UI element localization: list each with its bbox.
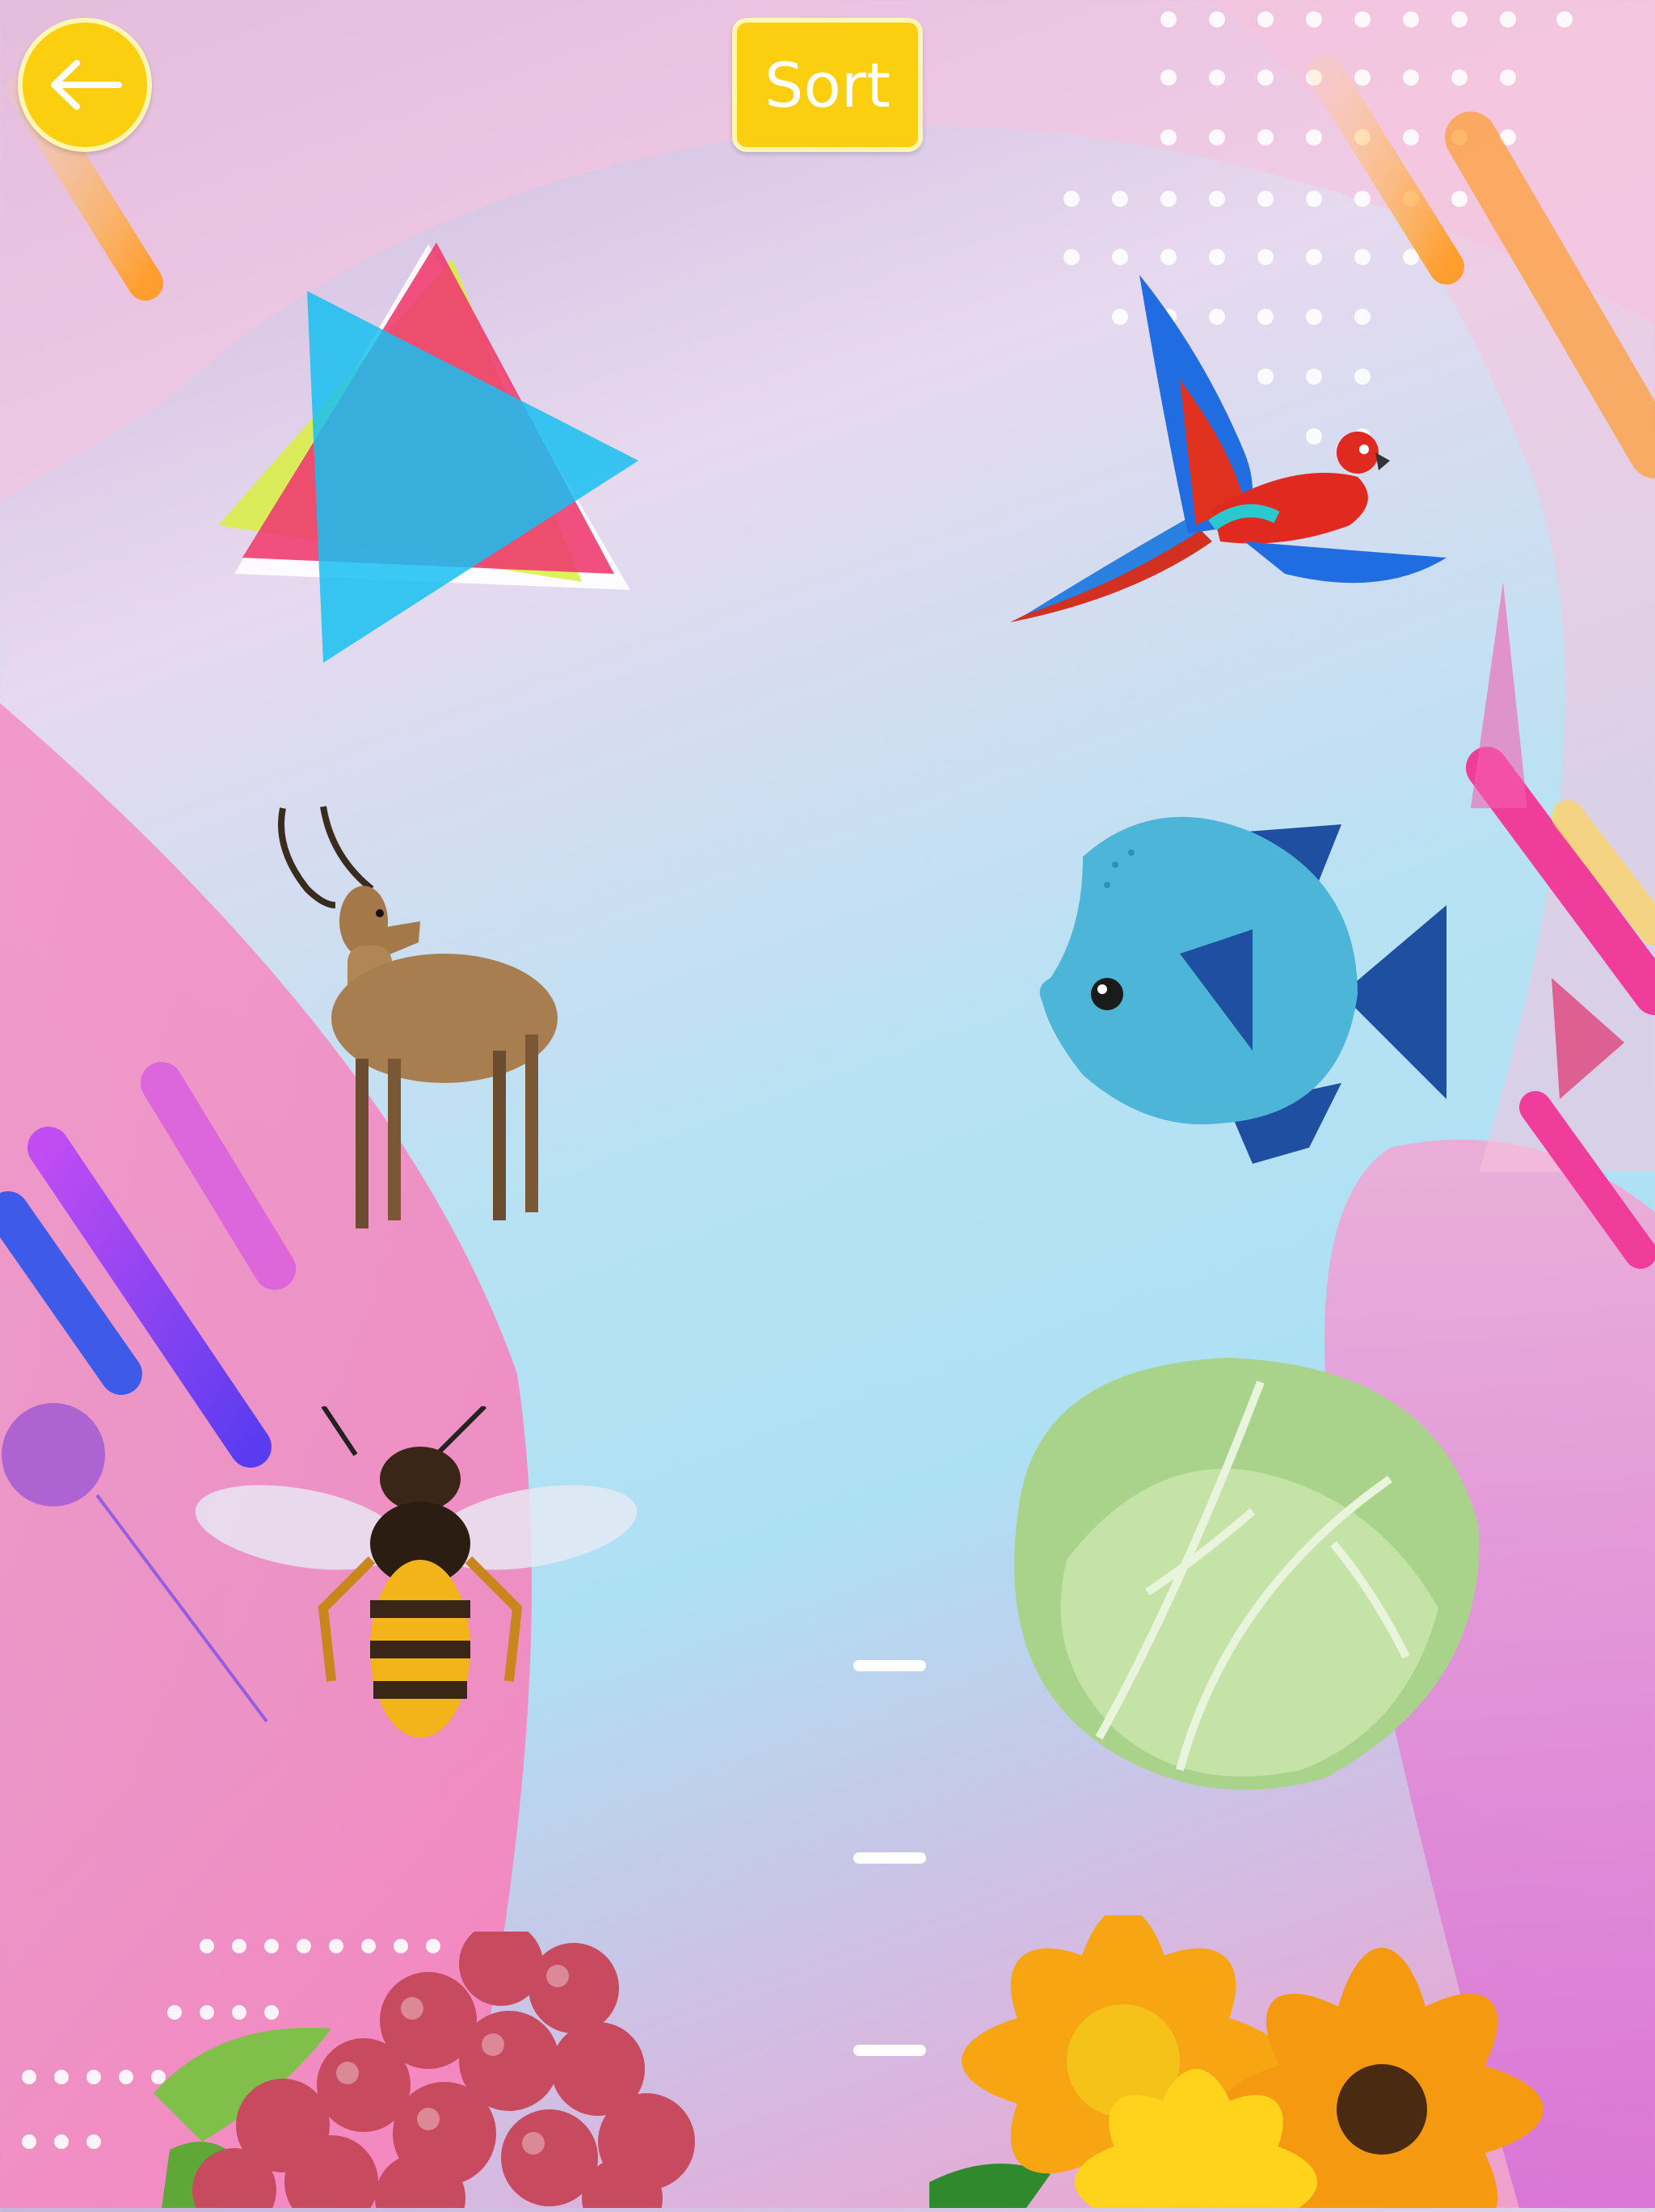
sort-button-label: Sort [764, 48, 891, 121]
cabbage-icon [1014, 1358, 1480, 1790]
slot-marker [853, 1660, 926, 1671]
item-grapes[interactable] [154, 1922, 719, 2212]
slot-marker [853, 2045, 926, 2056]
item-flower[interactable] [929, 1907, 1543, 2212]
item-bee[interactable] [194, 1404, 646, 1746]
flower-icon [929, 1907, 1543, 2212]
grapes-icon [154, 1922, 695, 2212]
arrow-left-icon [51, 60, 122, 110]
antelope-icon [278, 806, 558, 1228]
slot-marker [853, 1852, 926, 1864]
bee-icon [195, 1404, 638, 1738]
item-cabbage[interactable] [986, 1350, 1487, 1802]
item-fish[interactable] [1034, 808, 1455, 1172]
item-triangles[interactable] [210, 234, 646, 671]
back-button[interactable] [18, 18, 152, 152]
sort-button[interactable]: Sort [732, 18, 923, 152]
parrot-icon [1010, 275, 1447, 622]
item-parrot[interactable] [1002, 259, 1455, 630]
fish-icon [1039, 816, 1447, 1164]
triangles-icon [218, 242, 638, 663]
item-antelope[interactable] [259, 800, 566, 1237]
